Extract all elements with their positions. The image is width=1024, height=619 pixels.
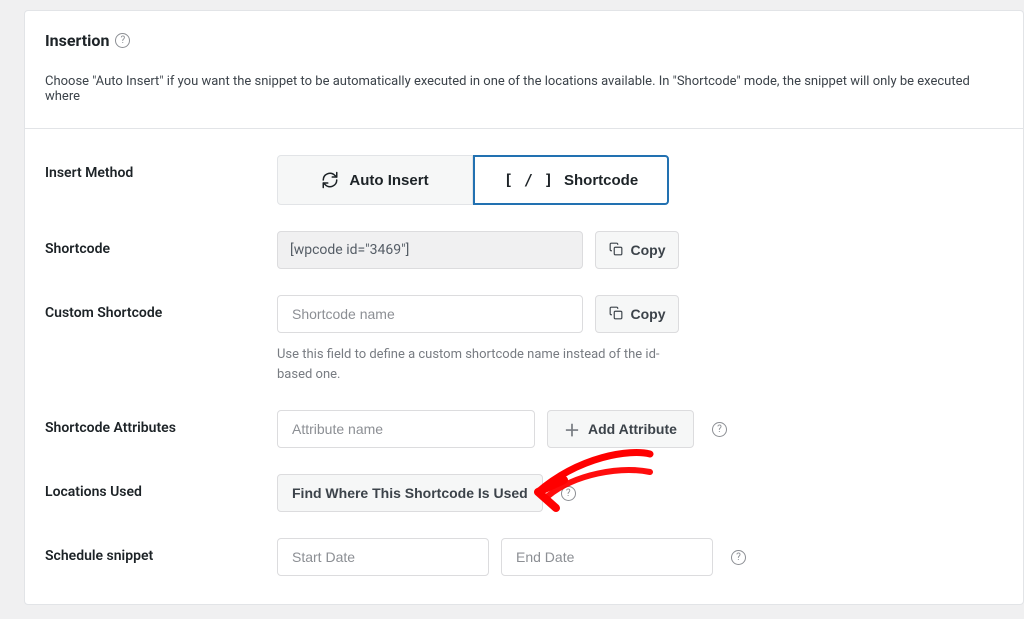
panel-title: Insertion (45, 31, 109, 50)
end-date-input-wrap (501, 538, 713, 576)
insert-method-label: Insert Method (45, 155, 277, 181)
schedule-snippet-label: Schedule snippet (45, 538, 277, 564)
help-icon[interactable]: ? (561, 486, 576, 501)
insert-method-tabs: Auto Insert [ / ] Shortcode (277, 155, 1003, 205)
copy-label: Copy (631, 242, 666, 258)
start-date-input[interactable] (290, 539, 476, 575)
attribute-name-input-wrap (277, 410, 535, 448)
copy-icon (609, 306, 623, 323)
locations-used-label: Locations Used (45, 474, 277, 500)
shortcode-tab-label: Shortcode (564, 172, 638, 189)
shortcode-tab[interactable]: [ / ] Shortcode (473, 155, 669, 205)
panel-description: Choose "Auto Insert" if you want the sni… (25, 64, 1023, 129)
shortcode-icon: [ / ] (504, 171, 554, 189)
copy-custom-shortcode-button[interactable]: Copy (595, 295, 679, 333)
add-attribute-button[interactable]: ＋ Add Attribute (547, 410, 694, 448)
custom-shortcode-input-wrap (277, 295, 583, 333)
shortcode-value[interactable]: [wpcode id="3469"] (277, 231, 583, 269)
auto-insert-label: Auto Insert (349, 172, 428, 189)
start-date-input-wrap (277, 538, 489, 576)
copy-shortcode-button[interactable]: Copy (595, 231, 679, 269)
shortcode-label: Shortcode (45, 231, 277, 257)
end-date-input[interactable] (514, 539, 700, 575)
shortcode-value-text: [wpcode id="3469"] (290, 242, 409, 258)
copy-label: Copy (631, 306, 666, 322)
auto-insert-tab[interactable]: Auto Insert (277, 155, 473, 205)
help-icon[interactable]: ? (115, 33, 130, 48)
find-locations-label: Find Where This Shortcode Is Used (292, 485, 528, 501)
copy-icon (609, 242, 623, 259)
custom-shortcode-note: Use this field to define a custom shortc… (277, 345, 677, 384)
help-icon[interactable]: ? (731, 550, 746, 565)
attribute-name-input[interactable] (290, 411, 522, 447)
custom-shortcode-label: Custom Shortcode (45, 295, 277, 321)
help-icon[interactable]: ? (712, 422, 727, 437)
custom-shortcode-input[interactable] (290, 296, 570, 332)
add-attribute-label: Add Attribute (588, 421, 677, 437)
refresh-icon (321, 171, 339, 189)
shortcode-attributes-label: Shortcode Attributes (45, 410, 277, 436)
insertion-panel: Insertion ? Choose "Auto Insert" if you … (24, 10, 1024, 605)
plus-icon: ＋ (564, 417, 580, 441)
find-locations-button[interactable]: Find Where This Shortcode Is Used (277, 474, 543, 512)
panel-header: Insertion ? (25, 11, 1023, 64)
